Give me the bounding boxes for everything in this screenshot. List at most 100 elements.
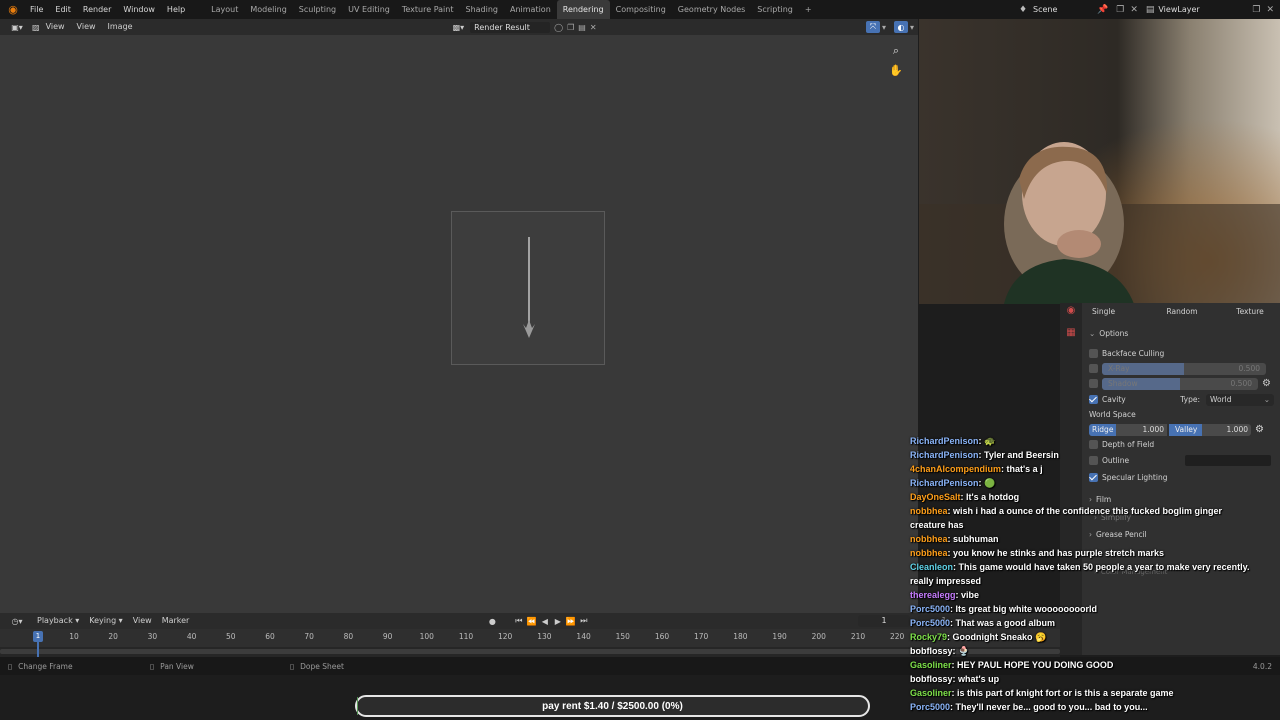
play-icon[interactable]: ▶ bbox=[551, 617, 564, 626]
shadow-slider[interactable]: Shadow 0.500 bbox=[1102, 377, 1258, 390]
backface-culling-checkbox[interactable] bbox=[1089, 349, 1098, 358]
gizmo-toggle-icon[interactable]: ⤧ bbox=[865, 21, 880, 33]
options-panel-header[interactable]: ⌄ Options bbox=[1082, 326, 1280, 341]
backface-culling-row[interactable]: Backface Culling bbox=[1082, 346, 1280, 361]
blender-logo-icon[interactable]: ◉ bbox=[6, 3, 20, 17]
overlay-dropdown-icon[interactable]: ▾ bbox=[910, 23, 914, 32]
xray-checkbox[interactable] bbox=[1089, 364, 1098, 373]
pin-icon[interactable]: 📌 bbox=[1097, 5, 1108, 15]
unlink-image-icon[interactable]: ✕ bbox=[590, 23, 597, 32]
timeline-ruler[interactable]: 1 10 20 30 40 50 60 70 80 90 100 110 120 130 140 150 16… bbox=[0, 629, 1060, 647]
shadow-checkbox[interactable] bbox=[1089, 379, 1098, 388]
chat-username[interactable]: nobbhea bbox=[910, 548, 948, 558]
chat-username[interactable]: DayOneSalt bbox=[910, 492, 961, 502]
menu-render[interactable]: Render bbox=[77, 0, 117, 19]
scene-name-field[interactable]: Scene bbox=[1033, 5, 1093, 14]
workspace-tab-shading[interactable]: Shading bbox=[459, 0, 504, 19]
view-mode-icon[interactable]: ▨ bbox=[32, 23, 40, 32]
auto-keying-record-icon[interactable]: ● bbox=[486, 617, 498, 626]
marker-menu[interactable]: Marker bbox=[157, 613, 195, 629]
image-menu[interactable]: Image bbox=[102, 19, 139, 35]
keying-menu[interactable]: Keying ▾ bbox=[84, 613, 127, 629]
workspace-tab-sculpting[interactable]: Sculpting bbox=[293, 0, 342, 19]
new-view-layer-icon[interactable]: ❐ bbox=[1252, 5, 1260, 15]
workspace-tab-layout[interactable]: Layout bbox=[205, 0, 244, 19]
chat-username[interactable]: Cleanleon bbox=[910, 562, 953, 572]
cavity-settings-gear-icon[interactable]: ⚙ bbox=[1255, 424, 1264, 435]
chat-username[interactable]: Porc5000 bbox=[910, 618, 950, 628]
chat-username[interactable]: RichardPenison bbox=[910, 450, 979, 460]
fake-user-icon[interactable]: ◯ bbox=[554, 23, 563, 32]
open-image-icon[interactable]: ▤ bbox=[578, 23, 586, 32]
workspace-tab-animation[interactable]: Animation bbox=[504, 0, 557, 19]
chat-username[interactable]: Gasoliner bbox=[910, 688, 952, 698]
image-browse-icon[interactable]: ▩▾ bbox=[453, 23, 465, 32]
timeline-body[interactable] bbox=[0, 647, 1060, 657]
workspace-tab-geometry-nodes[interactable]: Geometry Nodes bbox=[672, 0, 751, 19]
chat-username[interactable]: 4chanAIcompendium bbox=[910, 464, 1001, 474]
jump-to-end-icon[interactable]: ⏭ bbox=[577, 616, 590, 626]
color-mode-texture[interactable]: Texture bbox=[1214, 307, 1272, 316]
chat-username[interactable]: RichardPenison bbox=[910, 478, 979, 488]
overlay-toggle-icon[interactable]: ◐ bbox=[893, 21, 908, 33]
chat-message: Gasoliner: HEY PAUL HOPE YOU DOING GOOD bbox=[910, 658, 1250, 672]
menu-window[interactable]: Window bbox=[117, 0, 161, 19]
jump-to-keyframe-next-icon[interactable]: ⏩ bbox=[564, 617, 577, 626]
jump-to-keyframe-prev-icon[interactable]: ⏪ bbox=[525, 617, 538, 626]
playhead[interactable]: 1 bbox=[33, 631, 43, 642]
chat-username[interactable]: bobflossy bbox=[910, 674, 953, 684]
chat-username[interactable]: Gasoliner bbox=[910, 660, 952, 670]
texture-tab-icon[interactable]: ▦ bbox=[1064, 325, 1078, 339]
chat-text: 🍨 bbox=[958, 646, 970, 656]
pan-hand-icon[interactable]: ✋ bbox=[889, 63, 903, 77]
playhead-line bbox=[37, 647, 39, 657]
cavity-type-dropdown[interactable]: World ⌄ bbox=[1206, 393, 1274, 406]
timeline-editor-type-icon[interactable]: ◷▾ bbox=[8, 617, 26, 626]
delete-view-layer-icon[interactable]: ✕ bbox=[1266, 5, 1274, 15]
workspace-tab-texture-paint[interactable]: Texture Paint bbox=[396, 0, 460, 19]
editor-type-icon[interactable]: ▣▾ bbox=[8, 23, 26, 32]
chat-username[interactable]: nobbhea bbox=[910, 506, 948, 516]
xray-slider[interactable]: X-Ray 0.500 bbox=[1102, 362, 1266, 375]
workspace-tab-compositing[interactable]: Compositing bbox=[610, 0, 672, 19]
timeline-scrollbar[interactable] bbox=[0, 649, 1060, 654]
chat-username[interactable]: therealegg bbox=[910, 590, 956, 600]
gizmo-dropdown-icon[interactable]: ▾ bbox=[882, 23, 886, 32]
workspace-tab-scripting[interactable]: Scripting bbox=[751, 0, 799, 19]
view-dropdown[interactable]: View bbox=[40, 19, 71, 35]
add-workspace-button[interactable]: + bbox=[799, 0, 818, 19]
chat-username[interactable]: Porc5000 bbox=[910, 702, 950, 712]
material-tab-icon[interactable]: ◉ bbox=[1064, 303, 1078, 317]
current-frame-field[interactable]: 1 bbox=[858, 615, 910, 627]
color-mode-single[interactable]: Single bbox=[1082, 307, 1126, 316]
chat-username[interactable]: nobbhea bbox=[910, 534, 948, 544]
cavity-checkbox[interactable] bbox=[1089, 395, 1098, 404]
workspace-tab-uv-editing[interactable]: UV Editing bbox=[342, 0, 396, 19]
view-menu[interactable]: View bbox=[71, 19, 102, 35]
image-name-field[interactable]: Render Result bbox=[470, 21, 551, 33]
menu-help[interactable]: Help bbox=[161, 0, 191, 19]
new-scene-icon[interactable]: ❐ bbox=[1116, 5, 1124, 15]
jump-to-start-icon[interactable]: ⏮ bbox=[512, 616, 525, 626]
delete-scene-icon[interactable]: ✕ bbox=[1130, 5, 1138, 15]
chat-username[interactable]: RichardPenison bbox=[910, 436, 979, 446]
workspace-tab-rendering[interactable]: Rendering bbox=[556, 0, 610, 19]
play-reverse-icon[interactable]: ◀ bbox=[538, 617, 551, 626]
playback-menu[interactable]: Playback ▾ bbox=[32, 613, 84, 629]
mouse-left-icon: ▯ bbox=[8, 661, 13, 671]
shadow-settings-gear-icon[interactable]: ⚙ bbox=[1262, 378, 1271, 389]
zoom-icon[interactable]: ⌕ bbox=[889, 44, 903, 58]
chat-username[interactable]: Rocky79 bbox=[910, 632, 947, 642]
chat-text: 🐢 bbox=[984, 436, 996, 446]
menu-edit[interactable]: Edit bbox=[49, 0, 77, 19]
chat-username[interactable]: bobflossy bbox=[910, 646, 953, 656]
duplicate-image-icon[interactable]: ❐ bbox=[567, 23, 574, 32]
render-result-canvas[interactable] bbox=[451, 211, 605, 365]
frame-tick-label: 10 bbox=[69, 632, 79, 641]
timeline-view-menu[interactable]: View bbox=[128, 613, 157, 629]
view-layer-name-field[interactable]: ViewLayer bbox=[1158, 5, 1248, 14]
menu-file[interactable]: File bbox=[24, 0, 49, 19]
color-mode-random[interactable]: Random bbox=[1126, 307, 1214, 316]
chat-username[interactable]: Porc5000 bbox=[910, 604, 950, 614]
workspace-tab-modeling[interactable]: Modeling bbox=[244, 0, 292, 19]
